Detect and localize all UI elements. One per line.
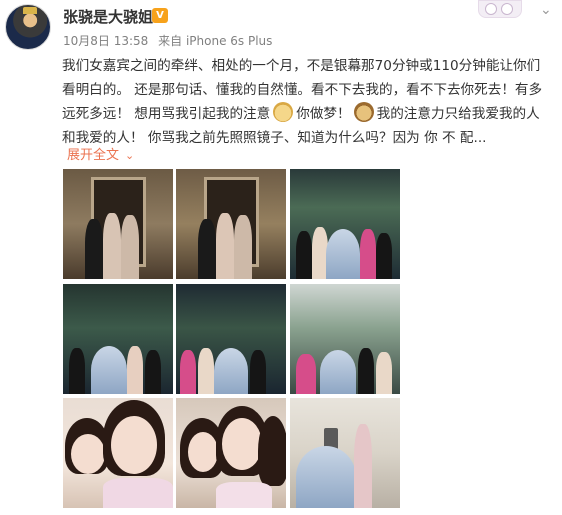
avatar-icon[interactable] — [5, 4, 51, 50]
expand-label: 展开全文 — [67, 148, 120, 163]
post-date[interactable]: 10月8日 13:58 — [63, 34, 148, 48]
photo-thumbnail-3[interactable] — [290, 169, 400, 279]
content-line: 看明白的。 还是那句话、懂我的自然懂。看不下去我的，看不下去你死去！有多 — [62, 82, 543, 98]
content-text: 远死多远！ 想用骂我引起我的注意 — [62, 106, 271, 122]
expand-caret-icon: ⌄ — [125, 149, 135, 162]
sticker-icon — [478, 0, 522, 18]
content-text: 我的注意力只给我爱我的人 — [376, 106, 540, 122]
weibo-post: 张骁是大骁姐 V 10月8日 13:58 来自 iPhone 6s Plus ⌄… — [0, 0, 562, 515]
content-line: 远死多远！ 想用骂我引起我的注意 你做梦！ 我的注意力只给我爱我的人 — [62, 102, 554, 126]
username[interactable]: 张骁是大骁姐 — [63, 6, 153, 27]
post-source: 来自 iPhone 6s Plus — [158, 34, 273, 48]
expand-full-text-link[interactable]: 展开全文 ⌄ — [67, 144, 134, 163]
photo-thumbnail-2[interactable] — [176, 169, 286, 279]
photo-thumbnail-8[interactable] — [176, 398, 286, 508]
chevron-down-icon[interactable]: ⌄ — [540, 2, 552, 18]
post-meta: 10月8日 13:58 来自 iPhone 6s Plus — [63, 32, 278, 49]
photo-thumbnail-4[interactable] — [63, 284, 173, 394]
content-line: 我们女嘉宾之间的牵绊、相处的一个月，不是银幕那70分钟或110分钟能让你们 — [62, 58, 541, 74]
content-text: 你做梦！ — [296, 106, 351, 122]
vip-badge-icon: V — [152, 8, 168, 23]
photo-thumbnail-6[interactable] — [290, 284, 400, 394]
dog-face-emoji-icon — [353, 102, 374, 122]
content-line: 和我爱的人！ 你骂我之前先照照镜子、知道为什么吗？因为 你 不 配... — [62, 130, 487, 146]
photo-thumbnail-5[interactable] — [176, 284, 286, 394]
post-content: 我们女嘉宾之间的牵绊、相处的一个月，不是银幕那70分钟或110分钟能让你们 看明… — [62, 54, 554, 150]
photo-thumbnail-9[interactable] — [290, 398, 400, 508]
photo-thumbnail-1[interactable] — [63, 169, 173, 279]
photo-thumbnail-7[interactable] — [63, 398, 173, 508]
doge-emoji-icon — [273, 102, 294, 122]
